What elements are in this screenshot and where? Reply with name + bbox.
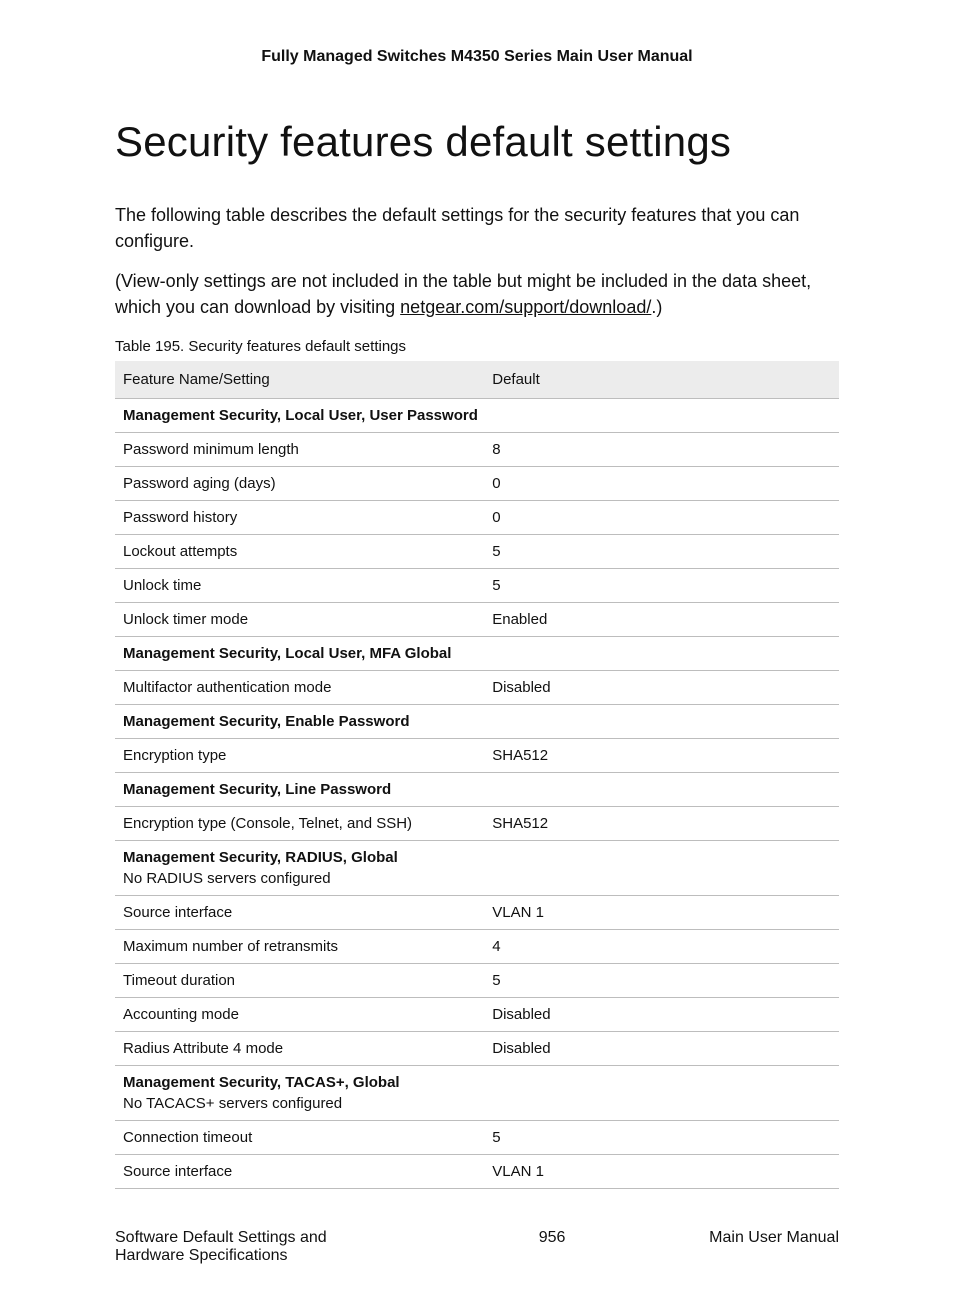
- table-group-row: Management Security, Enable Password: [115, 705, 839, 739]
- default-cell: 0: [484, 501, 839, 535]
- table-group-row: Management Security, TACAS+, Global No TA…: [115, 1066, 839, 1121]
- default-cell: SHA512: [484, 807, 839, 841]
- table-row: Password minimum length8: [115, 433, 839, 467]
- group-label: Management Security, RADIUS, Global: [123, 849, 831, 866]
- table-group-row: Management Security, Local User, MFA Glo…: [115, 637, 839, 671]
- feature-cell: Source interface: [115, 896, 484, 930]
- settings-table: Feature Name/Setting Default Management …: [115, 361, 839, 1189]
- feature-cell: Timeout duration: [115, 964, 484, 998]
- feature-cell: Maximum number of retransmits: [115, 930, 484, 964]
- table-row: Multifactor authentication modeDisabled: [115, 671, 839, 705]
- table-row: Unlock timer modeEnabled: [115, 603, 839, 637]
- document-header: Fully Managed Switches M4350 Series Main…: [115, 48, 839, 66]
- note-suffix: .): [651, 297, 662, 317]
- feature-cell: Accounting mode: [115, 998, 484, 1032]
- default-cell: Disabled: [484, 671, 839, 705]
- feature-cell: Encryption type (Console, Telnet, and SS…: [115, 807, 484, 841]
- table-row: Accounting modeDisabled: [115, 998, 839, 1032]
- group-label: Management Security, Enable Password: [115, 705, 839, 739]
- table-row: Unlock time5: [115, 569, 839, 603]
- table-header-row: Feature Name/Setting Default: [115, 361, 839, 399]
- intro-paragraph: The following table describes the defaul…: [115, 202, 839, 254]
- default-cell: 5: [484, 964, 839, 998]
- default-cell: 0: [484, 467, 839, 501]
- default-cell: VLAN 1: [484, 896, 839, 930]
- table-row: Maximum number of retransmits4: [115, 930, 839, 964]
- default-cell: 8: [484, 433, 839, 467]
- page: Fully Managed Switches M4350 Series Main…: [0, 0, 954, 1301]
- table-row: Encryption type (Console, Telnet, and SS…: [115, 807, 839, 841]
- feature-cell: Radius Attribute 4 mode: [115, 1032, 484, 1066]
- table-row: Timeout duration5: [115, 964, 839, 998]
- default-cell: SHA512: [484, 739, 839, 773]
- default-cell: 5: [484, 535, 839, 569]
- column-feature: Feature Name/Setting: [115, 361, 484, 399]
- group-label: Management Security, Local User, MFA Glo…: [115, 637, 839, 671]
- default-cell: Disabled: [484, 1032, 839, 1066]
- group-label: Management Security, Local User, User Pa…: [115, 399, 839, 433]
- feature-cell: Unlock time: [115, 569, 484, 603]
- footer-manual-title: Main User Manual: [709, 1229, 839, 1247]
- table-row: Source interfaceVLAN 1: [115, 896, 839, 930]
- view-only-note: (View-only settings are not included in …: [115, 268, 839, 320]
- group-subtext: No RADIUS servers configured: [123, 870, 831, 887]
- table-row: Lockout attempts5: [115, 535, 839, 569]
- table-row: Encryption typeSHA512: [115, 739, 839, 773]
- table-group-row: Management Security, Line Password: [115, 773, 839, 807]
- default-cell: 4: [484, 930, 839, 964]
- table-row: Password aging (days)0: [115, 467, 839, 501]
- default-cell: Enabled: [484, 603, 839, 637]
- default-cell: Disabled: [484, 998, 839, 1032]
- feature-cell: Password minimum length: [115, 433, 484, 467]
- default-cell: 5: [484, 1121, 839, 1155]
- feature-cell: Source interface: [115, 1155, 484, 1189]
- group-label: Management Security, TACAS+, Global: [123, 1074, 831, 1091]
- feature-cell: Connection timeout: [115, 1121, 484, 1155]
- feature-cell: Multifactor authentication mode: [115, 671, 484, 705]
- feature-cell: Encryption type: [115, 739, 484, 773]
- feature-cell: Unlock timer mode: [115, 603, 484, 637]
- column-default: Default: [484, 361, 839, 399]
- table-row: Source interfaceVLAN 1: [115, 1155, 839, 1189]
- table-row: Radius Attribute 4 modeDisabled: [115, 1032, 839, 1066]
- default-cell: 5: [484, 569, 839, 603]
- group-label: Management Security, Line Password: [115, 773, 839, 807]
- feature-cell: Lockout attempts: [115, 535, 484, 569]
- table-group-row: Management Security, RADIUS, Global No RA…: [115, 841, 839, 896]
- support-download-link[interactable]: netgear.com/support/download/: [400, 297, 651, 317]
- footer-page-number: 956: [539, 1229, 566, 1247]
- table-row: Connection timeout5: [115, 1121, 839, 1155]
- table-group-row: Management Security, Local User, User Pa…: [115, 399, 839, 433]
- default-cell: VLAN 1: [484, 1155, 839, 1189]
- group-subtext: No TACACS+ servers configured: [123, 1095, 831, 1112]
- table-row: Password history0: [115, 501, 839, 535]
- feature-cell: Password aging (days): [115, 467, 484, 501]
- page-title: Security features default settings: [115, 118, 839, 166]
- table-caption: Table 195. Security features default set…: [115, 338, 839, 355]
- feature-cell: Password history: [115, 501, 484, 535]
